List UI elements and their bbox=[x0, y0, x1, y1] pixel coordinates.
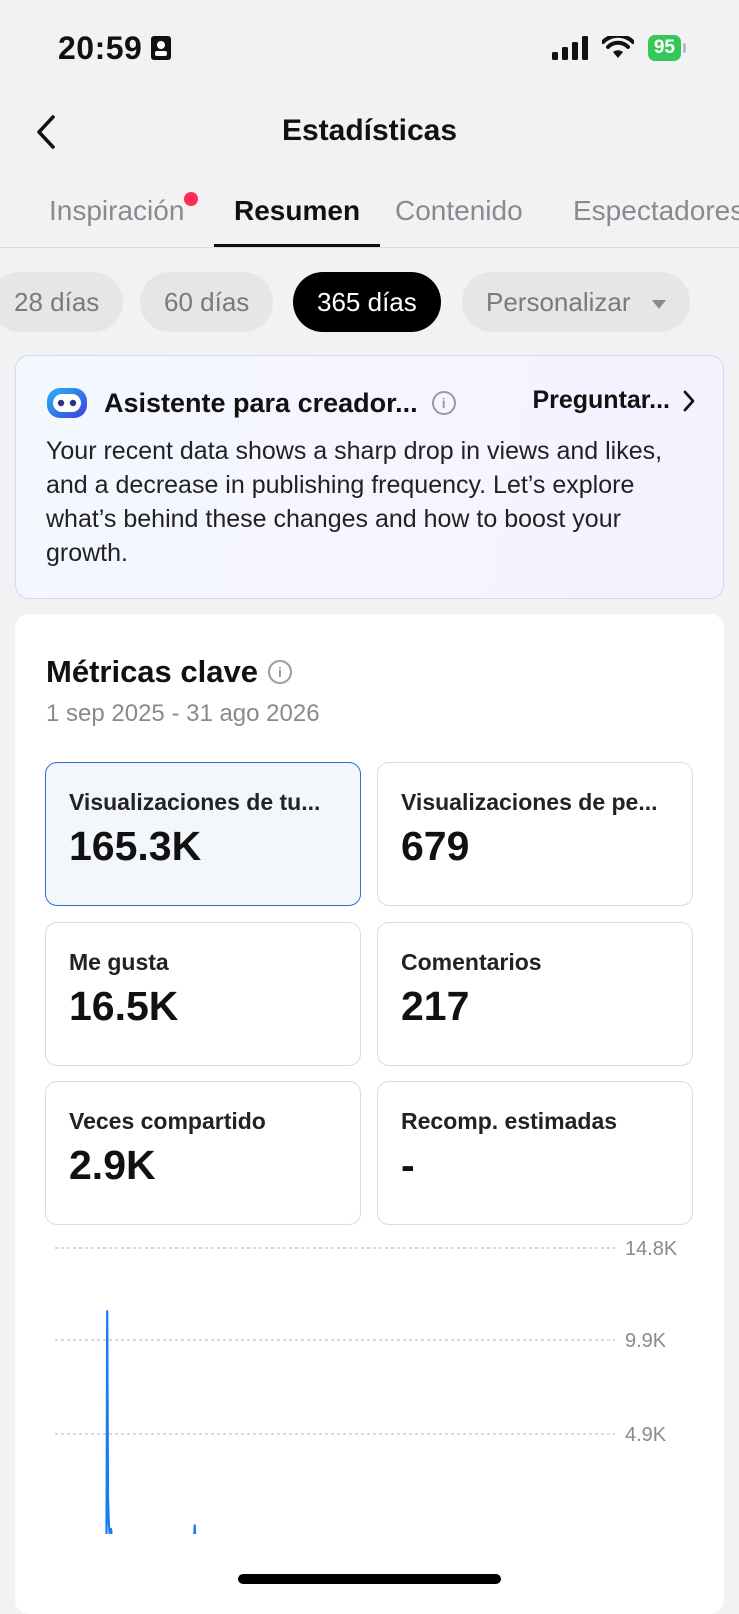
info-icon[interactable]: i bbox=[431, 391, 456, 415]
chip-label: 28 días bbox=[14, 287, 100, 317]
assistant-title: Asistente para creador... bbox=[104, 387, 418, 418]
y-tick-label: 14.8K bbox=[625, 1238, 678, 1260]
metric-label: Veces compartido bbox=[69, 1108, 266, 1134]
metric-value: 217 bbox=[401, 983, 470, 1029]
chip-personalizar[interactable]: Personalizar bbox=[462, 272, 690, 332]
battery-indicator: 95 bbox=[647, 35, 687, 61]
chevron-left-icon bbox=[37, 115, 55, 149]
chevron-right-icon bbox=[683, 390, 695, 411]
metric-tile-rewards[interactable]: Recomp. estimadas - bbox=[377, 1081, 693, 1225]
chip-label: Personalizar bbox=[486, 287, 631, 317]
clock-text: 20:59 bbox=[58, 29, 143, 66]
caret-down-icon bbox=[651, 299, 666, 309]
chip-label: 365 días bbox=[317, 287, 417, 317]
tab-label: Resumen bbox=[234, 195, 361, 226]
metric-tile-profile-views[interactable]: Visualizaciones de pe... 679 bbox=[377, 762, 693, 906]
metric-tile-views[interactable]: Visualizaciones de tu... 165.3K bbox=[45, 762, 361, 906]
tab-contenido[interactable]: Contenido bbox=[375, 178, 543, 247]
metric-label: Comentarios bbox=[401, 949, 542, 975]
assistant-header: Asistente para creador... i Preguntar... bbox=[46, 382, 696, 424]
nav-bar: Estadísticas bbox=[0, 96, 739, 166]
id-badge-icon bbox=[151, 36, 172, 60]
signal-icon bbox=[551, 36, 588, 60]
tab-label: Inspiración bbox=[49, 195, 185, 226]
metric-value: 165.3K bbox=[69, 823, 202, 869]
home-indicator bbox=[238, 1574, 501, 1584]
tab-espectadores[interactable]: Espectadores bbox=[553, 178, 739, 247]
chip-28-dias[interactable]: 28 días bbox=[0, 272, 124, 332]
tab-resumen[interactable]: Resumen bbox=[214, 178, 381, 247]
wifi-icon bbox=[601, 36, 634, 58]
notification-dot bbox=[184, 192, 199, 206]
chip-365-dias[interactable]: 365 días bbox=[293, 272, 441, 332]
page-title: Estadísticas bbox=[281, 114, 458, 147]
metric-value: 16.5K bbox=[69, 983, 179, 1029]
views-line-chart: 14.8K 9.9K 4.9K bbox=[55, 1238, 678, 1534]
tab-label: Contenido bbox=[395, 195, 523, 226]
y-tick-label: 9.9K bbox=[625, 1330, 667, 1352]
metric-value: - bbox=[401, 1142, 415, 1188]
assistant-bot-icon bbox=[47, 388, 87, 418]
battery-level: 95 bbox=[653, 37, 675, 58]
metric-tile-shares[interactable]: Veces compartido 2.9K bbox=[45, 1081, 361, 1225]
metric-value: 2.9K bbox=[69, 1142, 156, 1188]
tab-bar: Inspiración Resumen Contenido Espectador… bbox=[0, 178, 739, 248]
ask-assistant-button[interactable]: Preguntar... bbox=[532, 386, 696, 415]
metric-value: 679 bbox=[401, 823, 470, 869]
date-range-chips: 28 días 60 días 365 días Personalizar bbox=[0, 272, 739, 334]
views-series-line bbox=[105, 1310, 197, 1534]
metrics-header: Métricas clave i bbox=[46, 654, 292, 690]
metric-tile-likes[interactable]: Me gusta 16.5K bbox=[45, 922, 361, 1066]
metric-label: Visualizaciones de tu... bbox=[69, 789, 321, 815]
chip-60-dias[interactable]: 60 días bbox=[140, 272, 274, 332]
metric-label: Visualizaciones de pe... bbox=[401, 789, 658, 815]
metric-label: Recomp. estimadas bbox=[401, 1108, 618, 1134]
info-icon[interactable]: i bbox=[267, 660, 292, 684]
creator-assistant-card[interactable]: Asistente para creador... i Preguntar...… bbox=[15, 355, 724, 599]
y-tick-label: 4.9K bbox=[625, 1424, 667, 1446]
tab-label: Espectadores bbox=[573, 195, 739, 226]
key-metrics-card: Métricas clave i 1 sep 2025 - 31 ago 202… bbox=[15, 614, 724, 1614]
status-icons: 95 bbox=[551, 35, 687, 61]
metric-label: Me gusta bbox=[69, 949, 169, 975]
ask-label: Preguntar... bbox=[532, 386, 670, 414]
metrics-date-range: 1 sep 2025 - 31 ago 2026 bbox=[46, 700, 320, 727]
assistant-message: Your recent data shows a sharp drop in v… bbox=[46, 437, 663, 567]
metric-tile-comments[interactable]: Comentarios 217 bbox=[377, 922, 693, 1066]
back-button[interactable] bbox=[26, 112, 66, 152]
chip-label: 60 días bbox=[164, 287, 250, 317]
metrics-title: Métricas clave bbox=[46, 654, 258, 689]
status-bar: 20:59 95 bbox=[0, 0, 739, 96]
status-time: 20:59 bbox=[58, 30, 172, 67]
tab-inspiracion[interactable]: Inspiración bbox=[29, 178, 204, 247]
